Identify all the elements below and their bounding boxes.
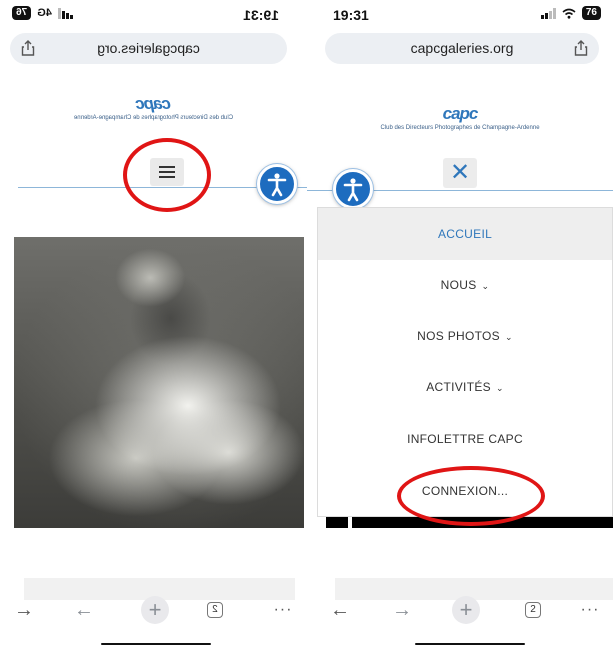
highlight-circle [397, 466, 545, 526]
back-arrow-icon[interactable]: ← [9, 598, 39, 622]
menu-item-label: ACTIVITÉS [426, 380, 491, 394]
network-type: 4G [37, 7, 52, 19]
status-indicators: 4G 76 [12, 6, 73, 20]
menu-item-nos-photos[interactable]: NOS PHOTOS ⌄ [318, 329, 612, 343]
forward-arrow-icon[interactable]: → [69, 598, 99, 622]
share-icon[interactable] [19, 39, 37, 57]
address-bar[interactable]: capcgaleries.org [325, 33, 599, 64]
highlight-circle [123, 138, 211, 212]
battery-icon: 76 [581, 6, 601, 20]
close-menu-button[interactable]: ✕ [443, 158, 477, 188]
close-icon: ✕ [449, 159, 471, 186]
wifi-icon [562, 8, 576, 19]
url-text: capcgaleries.org [97, 40, 200, 56]
right-phone-screen: 19:31 76 capcgaleries.org capc Club des … [307, 0, 613, 645]
battery-icon: 76 [12, 6, 32, 20]
content-card [335, 578, 613, 600]
left-phone-screen: 19:31 4G 76 capcgaleries.org capc Club d… [0, 0, 307, 645]
mirrored-view: 19:31 4G 76 capcgaleries.org capc Club d… [0, 0, 307, 645]
tabs-icon[interactable]: 2 [207, 602, 223, 618]
menu-item-activites[interactable]: ACTIVITÉS ⌄ [318, 380, 612, 394]
chevron-down-icon: ⌄ [504, 332, 513, 342]
browser-toolbar: ← → + 2 ··· [307, 596, 613, 624]
accessibility-icon [343, 178, 363, 202]
signal-icon [540, 7, 556, 19]
chevron-down-icon: ⌄ [495, 383, 504, 393]
chevron-down-icon: ⌄ [481, 281, 490, 291]
status-bar: 19:31 4G 76 [0, 0, 307, 32]
logo-mark: capc [442, 104, 479, 123]
address-bar[interactable]: capcgaleries.org [10, 33, 287, 64]
accessibility-icon [267, 173, 287, 197]
signal-icon [57, 7, 73, 19]
site-logo[interactable]: capc Club des Directeurs Photographes de… [0, 94, 307, 121]
menu-item-accueil[interactable]: ACCUEIL [318, 208, 612, 260]
menu-item-label: NOUS [440, 278, 477, 292]
accessibility-button[interactable] [333, 169, 373, 209]
logo-subtitle: Club des Directeurs Photographes de Cham… [380, 125, 540, 131]
more-icon[interactable]: ··· [575, 598, 605, 622]
status-bar: 19:31 76 [307, 0, 613, 32]
status-time: 19:31 [333, 7, 369, 23]
share-icon[interactable] [572, 39, 590, 57]
tabs-icon[interactable]: 2 [525, 602, 541, 618]
new-tab-icon[interactable]: + [141, 596, 169, 624]
menu-item-label: NOS PHOTOS [417, 329, 500, 343]
menu-item-infolettre[interactable]: INFOLETTRE CAPC [318, 432, 612, 446]
accessibility-button[interactable] [257, 164, 297, 204]
status-indicators: 76 [540, 6, 601, 20]
forward-arrow-icon[interactable]: → [387, 598, 417, 622]
more-icon[interactable]: ··· [267, 598, 297, 622]
menu-item-nous[interactable]: NOUS ⌄ [318, 278, 612, 292]
photo-edge-strip [326, 517, 348, 528]
logo-mark: capc [136, 94, 171, 113]
back-arrow-icon[interactable]: ← [325, 598, 355, 622]
site-logo[interactable]: capc Club des Directeurs Photographes de… [307, 104, 613, 131]
featured-photo [14, 237, 304, 528]
url-text: capcgaleries.org [410, 40, 514, 56]
status-time: 19:31 [243, 7, 279, 23]
logo-subtitle: Club des Directeurs Photographes de Cham… [73, 115, 234, 121]
browser-toolbar: ← → + 2 ··· [0, 596, 307, 624]
new-tab-icon[interactable]: + [452, 596, 480, 624]
